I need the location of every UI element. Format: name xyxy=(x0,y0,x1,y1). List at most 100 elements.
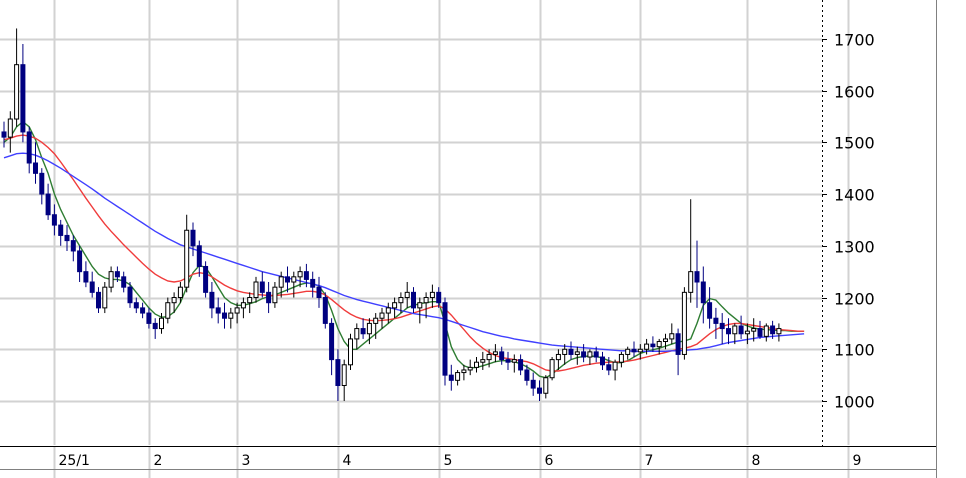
candle-body xyxy=(593,351,599,358)
candle-body xyxy=(360,328,366,335)
candle-body xyxy=(291,276,297,283)
y-tick-label: 1100 xyxy=(834,341,875,360)
candle-body xyxy=(738,325,744,335)
candle-body xyxy=(442,302,448,376)
candle-body xyxy=(77,250,83,273)
candle-body xyxy=(770,325,776,335)
candle-body xyxy=(127,286,133,304)
candle-body xyxy=(436,291,442,304)
candle-body xyxy=(530,379,536,389)
candle-body xyxy=(45,193,51,216)
candle xyxy=(549,357,555,381)
candle-body xyxy=(719,322,725,330)
candle-body xyxy=(423,297,429,304)
candle-body xyxy=(259,281,265,293)
y-tick-label: 1700 xyxy=(834,31,875,50)
candle xyxy=(681,287,687,360)
candle-body xyxy=(505,359,511,363)
candle-body xyxy=(511,359,517,363)
candle-body xyxy=(726,328,731,335)
candle-body xyxy=(537,387,542,394)
y-tick-label: 1500 xyxy=(834,134,875,153)
candle-body xyxy=(266,291,272,304)
y-tick-label: 1000 xyxy=(834,393,875,412)
y-tick-label: 1300 xyxy=(834,238,875,257)
candle xyxy=(442,297,448,386)
candle-body xyxy=(228,312,234,319)
candle-body xyxy=(474,361,479,368)
candle-body xyxy=(20,64,26,133)
candle-body xyxy=(700,281,706,304)
candle-body xyxy=(392,302,398,309)
candle-body xyxy=(14,64,20,120)
candle-body xyxy=(159,317,164,330)
candle-body xyxy=(70,240,76,252)
candle-body xyxy=(455,372,461,381)
candle xyxy=(322,292,328,329)
candle-body xyxy=(625,348,631,355)
candle-body xyxy=(480,359,486,363)
candle-body xyxy=(549,359,555,379)
candle-body xyxy=(650,343,656,348)
candle-body xyxy=(26,131,32,164)
candle-body xyxy=(335,359,341,386)
candle-body xyxy=(39,172,45,195)
candle-body xyxy=(102,286,108,309)
candle-body xyxy=(461,369,467,374)
candle-body xyxy=(33,162,38,174)
candle-body xyxy=(83,271,89,283)
candle-body xyxy=(637,348,643,353)
candle-body xyxy=(215,307,221,314)
candle-body xyxy=(385,307,391,314)
y-tick-label: 1400 xyxy=(834,186,875,205)
candle-body xyxy=(310,278,316,288)
candle-body xyxy=(555,353,561,361)
candle-body xyxy=(316,286,322,299)
candle-body xyxy=(114,271,120,278)
candle-body xyxy=(247,297,253,304)
candle-body xyxy=(543,377,549,394)
candle-body xyxy=(713,317,719,324)
candle-body xyxy=(108,271,114,288)
candle-body xyxy=(606,364,612,371)
candle-body xyxy=(278,276,284,288)
candle-body xyxy=(1,131,7,138)
candle-body xyxy=(707,302,713,319)
candle-body xyxy=(757,328,763,337)
candle-body xyxy=(209,291,215,309)
candle-body xyxy=(379,312,385,319)
x-tick-label: 3 xyxy=(242,453,251,469)
x-tick-label: 25/1 xyxy=(59,453,90,469)
candle-body xyxy=(171,297,177,304)
candle-body xyxy=(776,328,782,335)
candle-body xyxy=(222,312,227,319)
candle-body xyxy=(366,322,372,335)
candle-body xyxy=(272,286,278,304)
x-tick-label: 8 xyxy=(752,453,761,469)
candle-body xyxy=(499,351,505,361)
y-tick-label: 1600 xyxy=(834,83,875,102)
candle-body xyxy=(448,374,454,381)
x-tick-label: 7 xyxy=(645,453,654,469)
candle-body xyxy=(152,322,158,330)
candle-body xyxy=(587,351,593,358)
candle-body xyxy=(196,245,202,267)
candle xyxy=(348,333,353,370)
candle-body xyxy=(140,307,146,314)
candle xyxy=(203,261,209,298)
candle-body xyxy=(618,353,624,363)
y-tick-label: 1200 xyxy=(834,290,875,309)
candle-body xyxy=(146,312,152,324)
candle-body xyxy=(341,364,347,386)
candle-body xyxy=(744,330,750,335)
candle-body xyxy=(354,328,360,340)
candle-body xyxy=(492,351,498,355)
candle-body xyxy=(203,265,209,293)
candle-body xyxy=(234,307,240,314)
candle-body xyxy=(7,118,13,138)
candle-body xyxy=(404,291,410,299)
candle-body xyxy=(467,366,473,371)
candle-body xyxy=(121,276,127,288)
candle-body xyxy=(644,343,650,350)
candle-body xyxy=(184,229,190,288)
